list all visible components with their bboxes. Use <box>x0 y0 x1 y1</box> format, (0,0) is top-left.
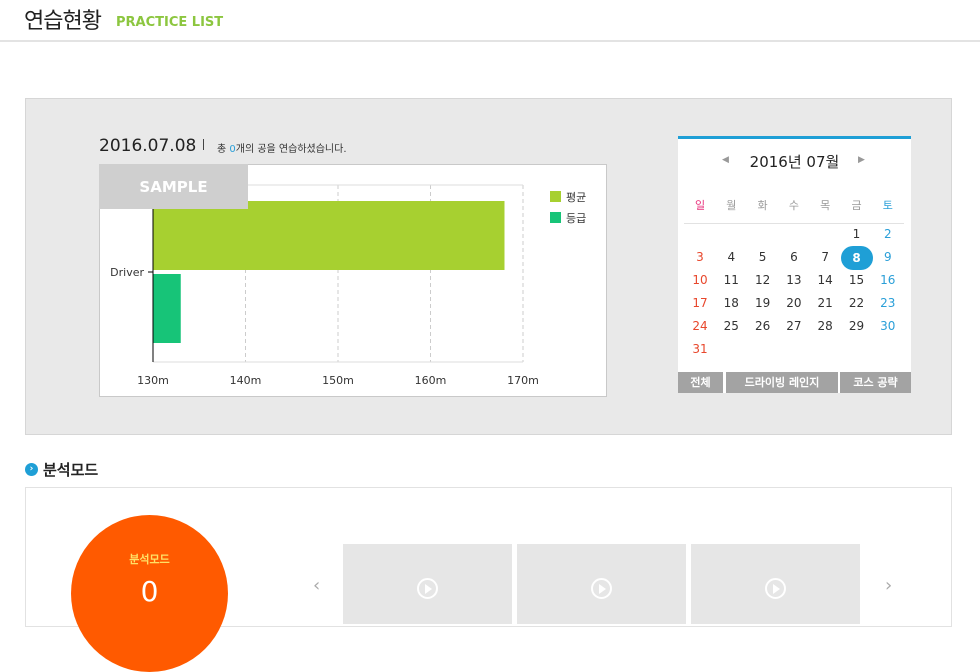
chart-legend: 평균등급 <box>550 186 586 228</box>
calendar-day[interactable]: 16 <box>872 273 904 287</box>
calendar-day[interactable]: 26 <box>747 319 779 333</box>
x-tick-label: 160m <box>415 374 447 387</box>
calendar-day[interactable]: 2 <box>872 227 904 241</box>
calendar-filter-button[interactable]: 전체 <box>678 372 723 393</box>
practice-date: 2016.07.08 <box>99 136 197 156</box>
summary-suffix: 개의 공을 연습하셨습니다. <box>235 144 347 155</box>
weekday-label: 금 <box>851 199 862 212</box>
y-tick-label: Driver <box>110 266 144 279</box>
play-icon <box>591 578 612 599</box>
chevron-left-icon[interactable]: ‹ <box>313 575 320 596</box>
weekday-label: 화 <box>757 199 768 212</box>
calendar-filter-button[interactable]: 코스 공략 <box>840 372 911 393</box>
calendar-month: 2016년 07월 <box>749 153 840 171</box>
divider <box>684 223 904 224</box>
calendar-day[interactable]: 17 <box>684 296 716 310</box>
calendar-day[interactable]: 24 <box>684 319 716 333</box>
chart-bar <box>153 201 505 270</box>
sample-badge: SAMPLE <box>99 164 248 209</box>
calendar-day[interactable]: 3 <box>684 250 716 264</box>
calendar-day[interactable]: 18 <box>715 296 747 310</box>
calendar-day[interactable]: 9 <box>872 250 904 264</box>
calendar-day[interactable]: 27 <box>778 319 810 333</box>
page-header: 연습현황 PRACTICE LIST <box>0 0 980 42</box>
calendar-day[interactable]: 19 <box>747 296 779 310</box>
calendar-day[interactable]: 23 <box>872 296 904 310</box>
divider <box>203 139 204 150</box>
calendar-day[interactable]: 28 <box>809 319 841 333</box>
weekday-label: 목 <box>820 199 831 212</box>
calendar-day[interactable]: 6 <box>778 250 810 264</box>
calendar-day[interactable]: 1 <box>841 227 873 241</box>
calendar-day[interactable]: 21 <box>809 296 841 310</box>
chevron-right-circle-icon: › <box>25 463 38 476</box>
circle-label: 분석모드 <box>129 553 170 566</box>
calendar-day[interactable]: 22 <box>841 296 873 310</box>
video-thumbnail[interactable] <box>517 544 686 624</box>
calendar-day[interactable]: 4 <box>715 250 747 264</box>
page-subtitle: PRACTICE LIST <box>116 15 224 30</box>
chevron-right-icon[interactable]: › <box>885 575 892 596</box>
calendar-day[interactable]: 13 <box>778 273 810 287</box>
weekday-label: 수 <box>788 199 799 212</box>
chevron-right-icon[interactable]: ▶ <box>858 155 865 165</box>
calendar-day[interactable]: 8 <box>840 246 873 270</box>
play-icon <box>765 578 786 599</box>
practice-summary: 총 0개의 공을 연습하셨습니다. <box>217 140 347 155</box>
legend-item: 평균 <box>550 186 586 207</box>
calendar-day[interactable]: 25 <box>715 319 747 333</box>
chart-bar <box>153 274 181 343</box>
section-title: 분석모드 <box>43 461 99 479</box>
weekday-label: 토 <box>882 199 893 212</box>
calendar-day[interactable]: 11 <box>715 273 747 287</box>
x-tick-label: 130m <box>137 374 169 387</box>
video-thumbnail[interactable] <box>691 544 860 624</box>
calendar-day[interactable]: 7 <box>809 250 841 264</box>
summary-prefix: 총 <box>217 144 230 155</box>
calendar-day[interactable]: 29 <box>841 319 873 333</box>
x-tick-label: 140m <box>230 374 262 387</box>
x-tick-label: 170m <box>507 374 539 387</box>
calendar-day[interactable]: 31 <box>684 342 716 356</box>
legend-item: 등급 <box>550 207 586 228</box>
calendar-day[interactable]: 5 <box>747 250 779 264</box>
weekday-label: 일 <box>694 199 706 212</box>
calendar-day[interactable]: 20 <box>778 296 810 310</box>
page-title: 연습현황 <box>24 9 102 34</box>
calendar-day[interactable]: 10 <box>684 273 716 287</box>
circle-value: 0 <box>140 575 159 608</box>
legend-swatch <box>550 212 561 223</box>
weekday-label: 월 <box>726 199 737 212</box>
legend-label: 평균 <box>566 190 587 204</box>
calendar-day[interactable]: 14 <box>809 273 841 287</box>
video-thumbnail[interactable] <box>343 544 512 624</box>
legend-swatch <box>550 191 561 202</box>
calendar-filter-button[interactable]: 드라이빙 레인지 <box>726 372 838 393</box>
x-tick-label: 150m <box>322 374 354 387</box>
calendar-day[interactable]: 12 <box>747 273 779 287</box>
calendar-day[interactable]: 15 <box>841 273 873 287</box>
play-icon <box>417 578 438 599</box>
legend-label: 등급 <box>566 211 587 225</box>
calendar-day[interactable]: 30 <box>872 319 904 333</box>
calendar: ◀ 2016년 07월 ▶ 일 월 화 수 목 금 토 1 2 3 4 5 6 7 8 9 10 11 12 13 14… <box>678 136 911 393</box>
